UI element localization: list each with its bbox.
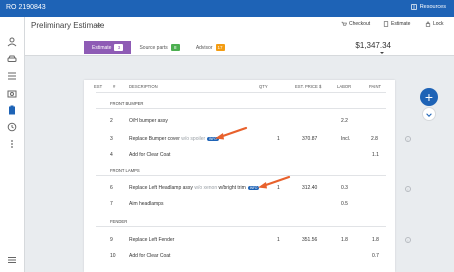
camera-icon[interactable] — [7, 88, 17, 98]
row-price: 351.56 — [302, 237, 318, 243]
divider — [96, 108, 386, 109]
annotation-arrow-icon — [258, 175, 291, 189]
divider — [96, 175, 386, 176]
chevron-down-icon[interactable] — [95, 22, 102, 29]
row-paint: 0.7 — [372, 253, 379, 259]
estimate-icon — [383, 21, 389, 27]
tab-bar: Estimate 3 Source parts 8 Advisor 17 — [84, 41, 233, 54]
tab-estimate-count: 3 — [114, 44, 124, 51]
col-paint: PAINT — [369, 84, 382, 89]
row-labor: 0.3 — [341, 185, 348, 191]
row-labor: Incl. — [341, 136, 351, 142]
estimate-total[interactable]: $1,347.34 — [355, 41, 391, 50]
divider — [96, 226, 386, 227]
row-description: Replace Bumper cover — [129, 136, 180, 142]
row-paint: 2.8 — [371, 136, 378, 142]
row-labor: 1.8 — [341, 237, 348, 243]
tab-source-parts-label: Source parts — [139, 44, 168, 51]
lock-icon — [425, 21, 431, 27]
menu-icon[interactable] — [7, 255, 17, 265]
total-caret-icon[interactable] — [380, 52, 384, 54]
row-description: O/H bumper assy — [129, 118, 168, 124]
row-description-wrap: Replace Left Headlamp assy w/o xenon w/b… — [129, 185, 260, 191]
divider — [96, 92, 386, 93]
row-description-tail: w/bright trim — [218, 185, 246, 191]
row-description-wrap: Replace Bumper cover w/o spoiler INFO — [129, 136, 219, 142]
checkout-button[interactable]: Checkout — [341, 21, 370, 27]
clipboard-icon[interactable] — [7, 105, 17, 115]
row-description: Add for Clear Coat — [129, 253, 171, 259]
row-num: 4 — [110, 152, 113, 158]
row-qty: 1 — [277, 136, 280, 142]
top-bar: RO 2190843 Resources — [0, 0, 454, 17]
tab-source-parts-count: 8 — [170, 44, 180, 51]
annotation-arrow-icon — [215, 126, 248, 140]
ro-number: RO 2190843 — [6, 4, 46, 11]
section-front-bumper: FRONT BUMPER — [110, 101, 144, 106]
row-labor: 2.2 — [341, 118, 348, 124]
row-num: 7 — [110, 201, 113, 207]
section-front-lamps: FRONT LAMPS — [110, 168, 140, 173]
row-num: 3 — [110, 136, 113, 142]
history-icon[interactable] — [7, 122, 17, 132]
lock-button[interactable]: Lock — [425, 21, 444, 27]
car-icon[interactable] — [7, 54, 17, 64]
row-qty: 1 — [277, 237, 280, 243]
tab-estimate-label: Estimate — [92, 44, 112, 51]
list-icon[interactable] — [7, 71, 17, 81]
left-nav — [0, 17, 25, 272]
lock-label: Lock — [433, 21, 444, 27]
row-description-note: w/o spoiler — [181, 136, 206, 142]
row-description: Replace Left Fender — [129, 237, 175, 243]
col-price: EST. PRICE $ — [295, 84, 322, 89]
resources-label: Resources — [419, 4, 446, 10]
tab-advisor-label: Advisor — [195, 44, 213, 51]
tab-advisor[interactable]: Advisor 17 — [188, 41, 233, 54]
col-description: DESCRIPTION — [129, 84, 158, 89]
row-paint: 1.8 — [372, 237, 379, 243]
page-title: Preliminary Estimate — [31, 21, 105, 30]
tab-advisor-count: 17 — [215, 44, 225, 51]
row-labor: 0.5 — [341, 201, 348, 207]
book-icon — [410, 4, 417, 10]
row-description: Add for Clear Coat — [129, 152, 171, 158]
tab-estimate[interactable]: Estimate 3 — [84, 41, 132, 54]
row-description: Replace Left Headlamp assy — [129, 185, 193, 191]
tab-source-parts[interactable]: Source parts 8 — [131, 41, 187, 54]
section-fender: FENDER — [110, 219, 128, 224]
cart-icon — [341, 21, 347, 26]
expand-button[interactable] — [422, 107, 436, 121]
col-num: # — [113, 84, 116, 89]
row-num: 10 — [110, 253, 116, 259]
info-icon[interactable]: i — [405, 237, 411, 243]
estimate-table: EST # DESCRIPTION QTY EST. PRICE $ LABOR… — [84, 80, 395, 272]
checkout-label: Checkout — [349, 21, 371, 27]
add-button[interactable]: + — [420, 88, 438, 106]
row-num: 6 — [110, 185, 113, 191]
estimate-button[interactable]: Estimate — [383, 21, 410, 27]
col-qty: QTY — [259, 84, 268, 89]
resources-button[interactable]: Resources — [410, 4, 446, 10]
chevron-down-icon — [426, 113, 432, 117]
row-num: 2 — [110, 118, 113, 124]
row-price: 370.87 — [302, 136, 318, 142]
row-description-note: w/o xenon — [194, 185, 218, 191]
col-labor: LABOR — [337, 84, 352, 89]
estimate-label: Estimate — [391, 21, 411, 27]
row-num: 9 — [110, 237, 113, 243]
info-icon[interactable]: i — [405, 186, 411, 192]
row-price: 312.40 — [302, 185, 318, 191]
person-icon[interactable] — [7, 37, 17, 47]
col-est: EST — [94, 84, 103, 89]
row-description: Aim headlamps — [129, 201, 164, 207]
more-vertical-icon[interactable] — [7, 139, 17, 149]
info-icon[interactable]: i — [405, 136, 411, 142]
row-paint: 1.1 — [372, 152, 379, 158]
